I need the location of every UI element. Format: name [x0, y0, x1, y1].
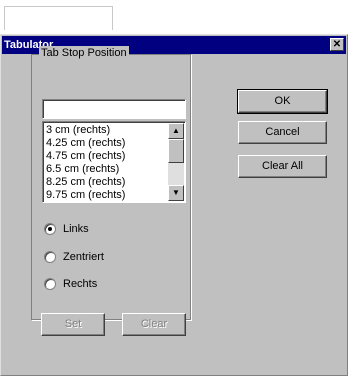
ok-button[interactable]: OK [237, 89, 328, 114]
list-item[interactable]: 9.75 cm (rechts) [46, 189, 125, 202]
scroll-thumb[interactable] [168, 139, 184, 163]
list-scrollbar[interactable]: ▲ ▼ [168, 123, 184, 201]
tab-stop-list-items: 3 cm (rechts) 4.25 cm (rechts) 4.75 cm (… [46, 124, 125, 202]
background-window [0, 0, 348, 34]
list-item[interactable]: 3 cm (rechts) [46, 124, 125, 137]
clear-button[interactable]: Clear [122, 313, 186, 336]
tab-stop-position-input[interactable] [42, 99, 186, 119]
radio-rechts-icon[interactable] [44, 278, 56, 290]
scroll-down-icon: ▼ [172, 188, 180, 197]
radio-label: Rechts [63, 278, 98, 290]
scroll-up-button[interactable]: ▲ [168, 123, 184, 139]
radio-links-icon[interactable] [44, 223, 56, 235]
close-button[interactable]: ✕ [330, 38, 344, 51]
scroll-down-button[interactable]: ▼ [168, 185, 184, 201]
list-item[interactable]: 6.5 cm (rechts) [46, 163, 125, 176]
close-icon: ✕ [332, 39, 342, 50]
list-item[interactable]: 4.25 cm (rechts) [46, 137, 125, 150]
list-item[interactable]: 4.75 cm (rechts) [46, 150, 125, 163]
set-button[interactable]: Set [41, 313, 105, 336]
radio-selected-dot [48, 227, 52, 231]
scroll-up-icon: ▲ [172, 126, 180, 135]
radio-label: Links [63, 223, 89, 235]
tab-stop-list[interactable]: 3 cm (rechts) 4.25 cm (rechts) 4.75 cm (… [42, 121, 186, 203]
cancel-button[interactable]: Cancel [238, 121, 327, 144]
radio-label: Zentriert [63, 251, 104, 263]
clear-all-button[interactable]: Clear All [238, 155, 327, 178]
list-item[interactable]: 8.25 cm (rechts) [46, 176, 125, 189]
background-text-field [4, 6, 113, 30]
radio-zentriert-icon[interactable] [44, 251, 56, 263]
group-label: Tab Stop Position [39, 46, 129, 60]
